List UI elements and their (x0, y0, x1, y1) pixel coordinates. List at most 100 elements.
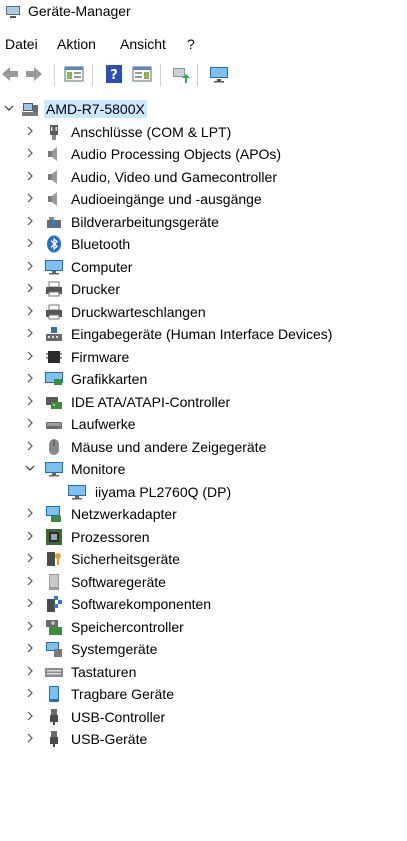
chevron-right-icon[interactable] (25, 531, 35, 541)
chevron-right-icon[interactable] (25, 283, 35, 293)
chevron-down-icon[interactable] (4, 103, 14, 113)
toolbar-separator (92, 64, 93, 86)
tree-item-usb-controllers[interactable]: USB-Controller (0, 706, 407, 728)
menu-ansicht[interactable]: Ansicht (119, 36, 167, 52)
chevron-right-icon[interactable] (25, 621, 35, 631)
chevron-right-icon[interactable] (25, 216, 35, 226)
tree-item-monitor-device[interactable]: iiyama PL2760Q (DP) (0, 481, 407, 503)
chevron-right-icon[interactable] (25, 351, 35, 361)
bluetooth-icon (47, 235, 61, 253)
tree-item-monitors[interactable]: Monitore (0, 458, 407, 480)
chevron-right-icon[interactable] (25, 171, 35, 181)
tree-item-label: Prozessoren (71, 529, 150, 545)
window-title: Geräte-Manager (28, 3, 131, 19)
tree-item-hid[interactable]: Eingabegeräte (Human Interface Devices) (0, 323, 407, 345)
chevron-right-icon[interactable] (25, 508, 35, 518)
tree-item-label: Tastaturen (71, 664, 137, 680)
chevron-down-icon[interactable] (25, 463, 35, 473)
toolbar-separator (160, 64, 161, 86)
tree-item-label: USB-Geräte (71, 731, 148, 747)
system-device-icon (46, 642, 62, 657)
tree-item-usb-devices[interactable]: USB-Geräte (0, 728, 407, 750)
forward-icon[interactable] (24, 64, 44, 84)
svg-text:?: ? (110, 68, 118, 83)
tree-item-system-devices[interactable]: Systemgeräte (0, 638, 407, 660)
speaker-icon (48, 170, 57, 184)
tree-item-label: Softwarekomponenten (71, 596, 212, 612)
scan-hardware-icon[interactable] (209, 64, 229, 84)
chevron-right-icon[interactable] (25, 711, 35, 721)
update-driver-icon[interactable] (170, 64, 190, 84)
help-icon[interactable]: ? (104, 64, 124, 84)
tree-item-mice[interactable]: Mäuse und andere Zeigegeräte (0, 436, 407, 458)
tree-item-audio-video[interactable]: Audio, Video und Gamecontroller (0, 166, 407, 188)
chevron-right-icon[interactable] (25, 238, 35, 248)
tree-item-keyboards[interactable]: Tastaturen (0, 661, 407, 683)
tree-item-label: Tragbare Geräte (71, 686, 174, 702)
chip-icon (46, 351, 62, 363)
back-icon[interactable] (0, 64, 20, 84)
tree-item-label: Speichercontroller (71, 619, 184, 635)
tree-item-graphics[interactable]: Grafikkarten (0, 368, 407, 390)
menu-datei[interactable]: Datei (4, 36, 39, 52)
tree-item-audio-io[interactable]: Audioeingänge und -ausgänge (0, 188, 407, 210)
tree-item-network[interactable]: Netzwerkadapter (0, 503, 407, 525)
chevron-right-icon[interactable] (25, 148, 35, 158)
tree-item-security[interactable]: Sicherheitsgeräte (0, 548, 407, 570)
portable-device-icon (49, 686, 59, 702)
tree-item-software-devices[interactable]: Softwaregeräte (0, 571, 407, 593)
menu-bar: Datei Aktion Ansicht ? (0, 35, 407, 55)
tree-item-software-components[interactable]: Softwarekomponenten (0, 593, 407, 615)
graphics-card-icon (45, 372, 63, 385)
chevron-right-icon[interactable] (25, 553, 35, 563)
chevron-right-icon[interactable] (25, 193, 35, 203)
tree-item-imaging[interactable]: Bildverarbeitungsgeräte (0, 211, 407, 233)
chevron-right-icon[interactable] (25, 643, 35, 653)
monitor-icon (68, 485, 86, 500)
tree-root[interactable]: AMD-R7-5800X (0, 98, 407, 120)
tree-item-print-queues[interactable]: Druckwarteschlangen (0, 301, 407, 323)
software-component-icon (47, 596, 62, 612)
chevron-right-icon[interactable] (25, 688, 35, 698)
tree-item-bluetooth[interactable]: Bluetooth (0, 233, 407, 255)
tree-item-printer[interactable]: Drucker (0, 278, 407, 300)
tree-item-processors[interactable]: Prozessoren (0, 526, 407, 548)
tree-item-label: IDE ATA/ATAPI-Controller (71, 394, 231, 410)
show-hide-console-tree-icon[interactable] (64, 64, 84, 84)
drive-icon (46, 422, 62, 429)
tree-root-label: AMD-R7-5800X (44, 100, 147, 118)
tree-item-storage-controllers[interactable]: Speichercontroller (0, 616, 407, 638)
ide-controller-icon (46, 397, 62, 409)
tree-item-computer[interactable]: Computer (0, 256, 407, 278)
chevron-right-icon[interactable] (25, 396, 35, 406)
menu-help[interactable]: ? (186, 36, 196, 52)
tree-item-portable-devices[interactable]: Tragbare Geräte (0, 683, 407, 705)
tree-item-label: Mäuse und andere Zeigegeräte (71, 439, 267, 455)
tree-item-firmware[interactable]: Firmware (0, 346, 407, 368)
keyboard-icon (45, 668, 63, 677)
tree-item-ide[interactable]: IDE ATA/ATAPI-Controller (0, 391, 407, 413)
tree-item-drives[interactable]: Laufwerke (0, 413, 407, 435)
hid-icon (46, 327, 62, 341)
chevron-right-icon[interactable] (25, 373, 35, 383)
tree-item-anschluesse[interactable]: Anschlüsse (COM & LPT) (0, 121, 407, 143)
chevron-right-icon[interactable] (25, 441, 35, 451)
port-icon (50, 125, 58, 140)
printer-icon (46, 281, 62, 297)
chevron-right-icon[interactable] (25, 598, 35, 608)
tree-item-label: Druckwarteschlangen (71, 304, 206, 320)
tree-item-label: Audio Processing Objects (APOs) (71, 146, 282, 162)
chevron-right-icon[interactable] (25, 666, 35, 676)
menu-aktion[interactable]: Aktion (56, 36, 97, 52)
tree-item-label: Monitore (71, 461, 126, 477)
chevron-right-icon[interactable] (25, 418, 35, 428)
chevron-right-icon[interactable] (25, 261, 35, 271)
chevron-right-icon[interactable] (25, 733, 35, 743)
tree-item-apos[interactable]: Audio Processing Objects (APOs) (0, 143, 407, 165)
chevron-right-icon[interactable] (25, 328, 35, 338)
chevron-right-icon[interactable] (25, 576, 35, 586)
properties-pane-icon[interactable] (132, 64, 152, 84)
toolbar-separator (54, 64, 55, 86)
chevron-right-icon[interactable] (25, 306, 35, 316)
chevron-right-icon[interactable] (25, 126, 35, 136)
